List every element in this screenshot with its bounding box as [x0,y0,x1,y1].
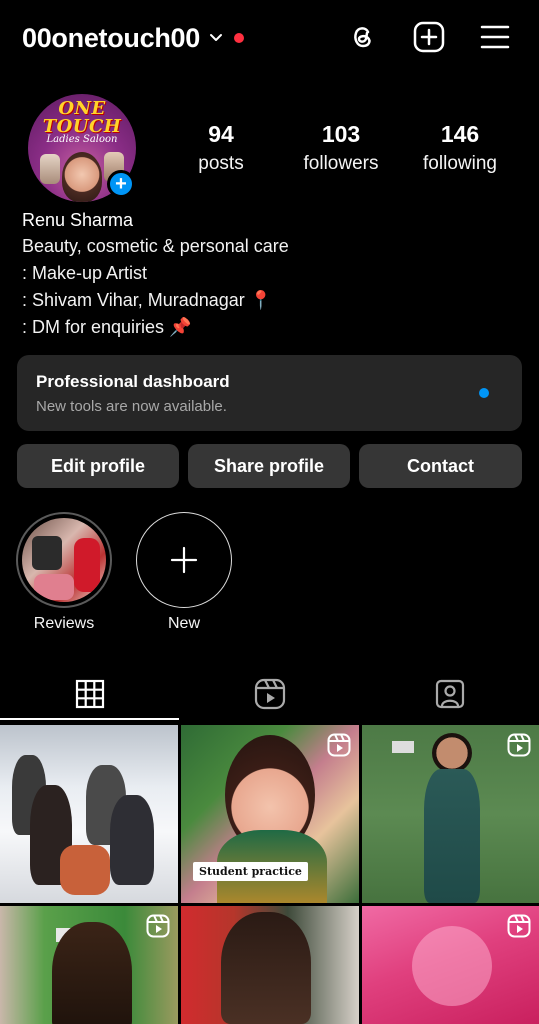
grid-post[interactable] [362,725,539,903]
add-story-plus-icon[interactable]: + [107,170,135,198]
highlight-ring[interactable] [16,512,112,608]
threads-icon[interactable] [345,20,379,54]
grid-post[interactable]: Student practice [181,725,359,903]
grid-post[interactable] [0,725,178,903]
stat-following-count: 146 [440,121,480,147]
reels-icon [254,678,285,710]
reel-indicator-icon [327,733,351,757]
account-switcher[interactable]: 00onetouch00 [22,20,244,56]
dashboard-subtitle: New tools are now available. [36,398,227,415]
contact-button[interactable]: Contact [359,444,522,488]
highlight-cover-image [22,518,106,602]
reel-indicator-icon [507,733,531,757]
tab-tagged[interactable] [360,668,539,720]
stat-following[interactable]: 146 following [410,120,510,180]
create-post-icon[interactable] [412,20,446,54]
active-tab-indicator [0,718,179,720]
grid-icon [75,679,104,709]
tagged-person-icon [435,679,464,709]
chevron-down-icon[interactable] [208,30,224,46]
avatar-logo-text: ONE TOUCH [42,98,122,137]
bio-line: : DM for enquiries 📌 [22,317,192,337]
top-bar: 00onetouch00 [0,0,539,78]
profile-name: Renu Sharma [22,210,134,230]
tab-posts-grid[interactable] [0,668,179,720]
bio-category: Beauty, cosmetic & personal care [22,236,289,256]
stat-posts[interactable]: 94 posts [180,120,262,180]
bio-line: : Make-up Artist [22,263,148,283]
avatar-photo-center [62,152,102,202]
profile-avatar[interactable]: ONE TOUCH Ladies Saloon + [28,94,136,202]
reel-indicator-icon [146,914,170,938]
username[interactable]: 00onetouch00 [22,23,200,54]
highlight-new[interactable]: New [134,512,234,633]
stat-followers-count: 103 [321,121,361,147]
professional-dashboard-card[interactable]: Professional dashboard New tools are now… [17,355,522,431]
stat-followers[interactable]: 103 followers [290,120,392,180]
stat-posts-label: posts [198,153,244,174]
menu-icon[interactable] [478,20,512,54]
stat-followers-label: followers [303,153,379,174]
tab-reels[interactable] [180,668,359,720]
highlight-reviews[interactable]: Reviews [14,512,114,633]
post-caption: Student practice [193,862,308,881]
bio-line: : Shivam Vihar, Muradnagar 📍 [22,290,273,310]
grid-post[interactable] [181,906,359,1024]
dashboard-title: Professional dashboard [36,372,230,391]
avatar-photo-left [40,154,60,184]
notification-dot [233,33,244,43]
dashboard-new-dot [479,388,489,398]
stat-following-label: following [423,153,497,174]
grid-post[interactable] [0,906,178,1024]
reel-indicator-icon [507,914,531,938]
share-profile-button[interactable]: Share profile [188,444,350,488]
highlight-label: New [167,615,200,632]
profile-bio: Renu Sharma Beauty, cosmetic & personal … [22,207,522,341]
edit-profile-button[interactable]: Edit profile [17,444,179,488]
grid-post[interactable] [362,906,539,1024]
highlight-label: Reviews [33,615,95,632]
stat-posts-count: 94 [208,121,234,147]
new-highlight-button[interactable] [136,512,232,608]
plus-icon [170,546,198,574]
avatar-logo-subtext: Ladies Saloon [46,134,118,145]
